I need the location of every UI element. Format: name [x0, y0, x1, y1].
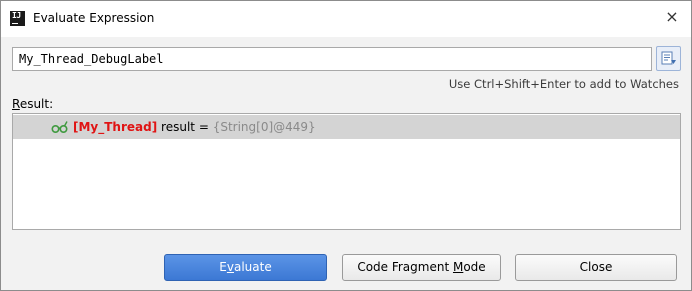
code-fragment-mode-button[interactable]: Code Fragment Mode	[342, 254, 501, 281]
intellij-app-icon: IJ	[10, 11, 25, 26]
evaluate-expression-dialog: IJ Evaluate Expression × Use Ctrl+Shift+…	[0, 0, 692, 291]
expression-history-button[interactable]	[656, 46, 681, 71]
fragment-label-pre: Code Fragment	[357, 260, 453, 274]
close-button[interactable]: Close	[515, 254, 677, 281]
title-bar: IJ Evaluate Expression ×	[1, 1, 691, 37]
close-icon[interactable]: ×	[663, 8, 681, 26]
evaluate-label-post: aluate	[233, 260, 272, 274]
result-label: Result:	[12, 97, 53, 111]
evaluate-button[interactable]: Evaluate	[164, 254, 327, 281]
window-title: Evaluate Expression	[33, 11, 155, 25]
equals-sign: =	[195, 120, 213, 134]
result-label-mnemonic: R	[12, 97, 20, 111]
result-tree[interactable]: [My_Thread] result = {String[0]@449}	[12, 113, 681, 230]
expression-input[interactable]	[12, 47, 652, 71]
watches-hint: Use Ctrl+Shift+Enter to add to Watches	[448, 77, 679, 91]
evaluate-label-pre: E	[219, 260, 227, 274]
variable-value: {String[0]@449}	[212, 120, 316, 134]
result-label-rest: esult:	[19, 97, 54, 111]
fragment-label-mnemonic: M	[452, 260, 464, 274]
variable-name: result	[161, 120, 195, 134]
result-tree-row[interactable]: [My_Thread] result = {String[0]@449}	[13, 115, 680, 139]
thread-label: [My_Thread]	[73, 120, 158, 134]
evaluate-label-mnemonic: v	[226, 260, 234, 274]
result-row-text: [My_Thread] result = {String[0]@449}	[73, 120, 316, 134]
history-icon	[661, 51, 676, 65]
app-icon-letters: IJ	[12, 11, 21, 20]
watch-glasses-icon	[51, 121, 68, 134]
fragment-label-post: ode	[463, 260, 486, 274]
